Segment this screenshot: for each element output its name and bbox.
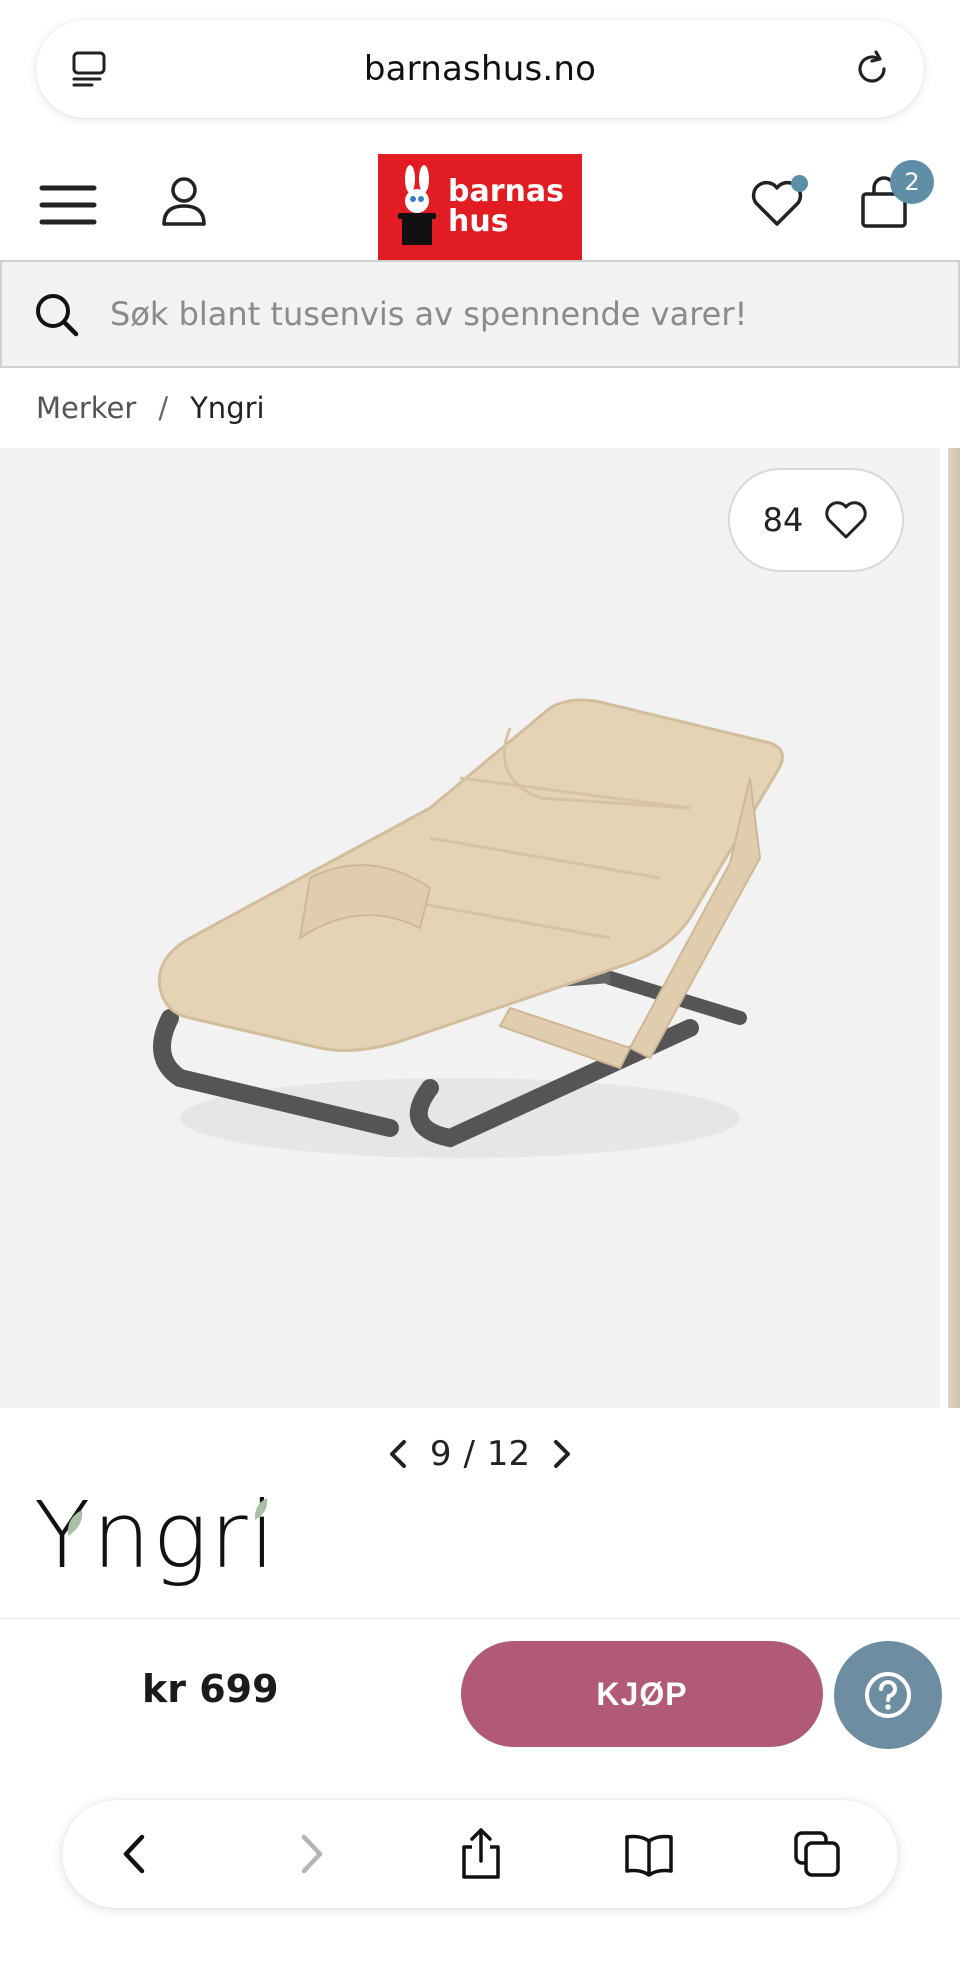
favorite-count: 84	[762, 501, 804, 539]
logo-line-1: barnas	[448, 174, 564, 209]
logo-wordmark: barnas hus	[448, 177, 564, 237]
search-input[interactable]	[110, 262, 930, 366]
url-text[interactable]: barnashus.no	[364, 49, 596, 89]
wishlist-indicator-dot	[791, 175, 808, 192]
gallery-gap	[940, 448, 948, 1408]
account-icon[interactable]	[158, 174, 210, 230]
previous-image-chevron-icon[interactable]	[384, 1436, 412, 1472]
next-image-peek[interactable]	[948, 448, 960, 1408]
breadcrumb: Merker / Yngri	[36, 388, 265, 428]
breadcrumb-separator: /	[158, 391, 169, 425]
gallery-pager: 9 / 12	[380, 1428, 580, 1480]
search-bar	[0, 260, 960, 368]
favorite-button[interactable]: 84	[728, 468, 904, 572]
breadcrumb-item-current: Yngri	[190, 391, 265, 425]
question-mark-icon	[865, 1672, 911, 1718]
next-image-chevron-icon[interactable]	[548, 1436, 576, 1472]
search-icon[interactable]	[34, 292, 80, 338]
product-image-gallery[interactable]: 84	[0, 448, 960, 1408]
total-image-count: 12	[486, 1434, 531, 1474]
back-icon[interactable]	[108, 1827, 162, 1881]
rabbit-hat-logo-icon	[398, 165, 436, 245]
share-icon[interactable]	[454, 1827, 508, 1881]
tabs-icon[interactable]	[790, 1827, 844, 1881]
address-bar[interactable]: barnashus.no	[36, 20, 924, 118]
site-header: barnas hus 2	[0, 150, 960, 262]
logo-line-2: hus	[448, 204, 509, 239]
sticky-buy-bar: kr 699 KJØP	[0, 1618, 960, 1768]
breadcrumb-item-merker[interactable]: Merker	[36, 391, 136, 425]
brand-leaf-icon	[67, 1510, 83, 1536]
site-logo[interactable]: barnas hus	[378, 154, 582, 260]
hamburger-menu-icon[interactable]	[38, 180, 98, 230]
forward-icon[interactable]	[284, 1827, 338, 1881]
help-button[interactable]	[834, 1641, 942, 1749]
baby-bouncer-product-image	[153, 698, 784, 1158]
price: kr 699	[142, 1667, 279, 1711]
current-image-number: 9	[429, 1434, 452, 1474]
reader-icon[interactable]	[68, 47, 112, 91]
reload-icon[interactable]	[850, 47, 894, 91]
brand-leaf-icon	[254, 1498, 268, 1520]
pager-separator: /	[463, 1434, 475, 1474]
heart-icon	[825, 501, 868, 539]
browser-toolbar	[62, 1800, 898, 1908]
bookmarks-icon[interactable]	[622, 1827, 676, 1881]
cart-count-badge[interactable]: 2	[890, 160, 934, 204]
buy-button[interactable]: KJØP	[461, 1641, 823, 1747]
